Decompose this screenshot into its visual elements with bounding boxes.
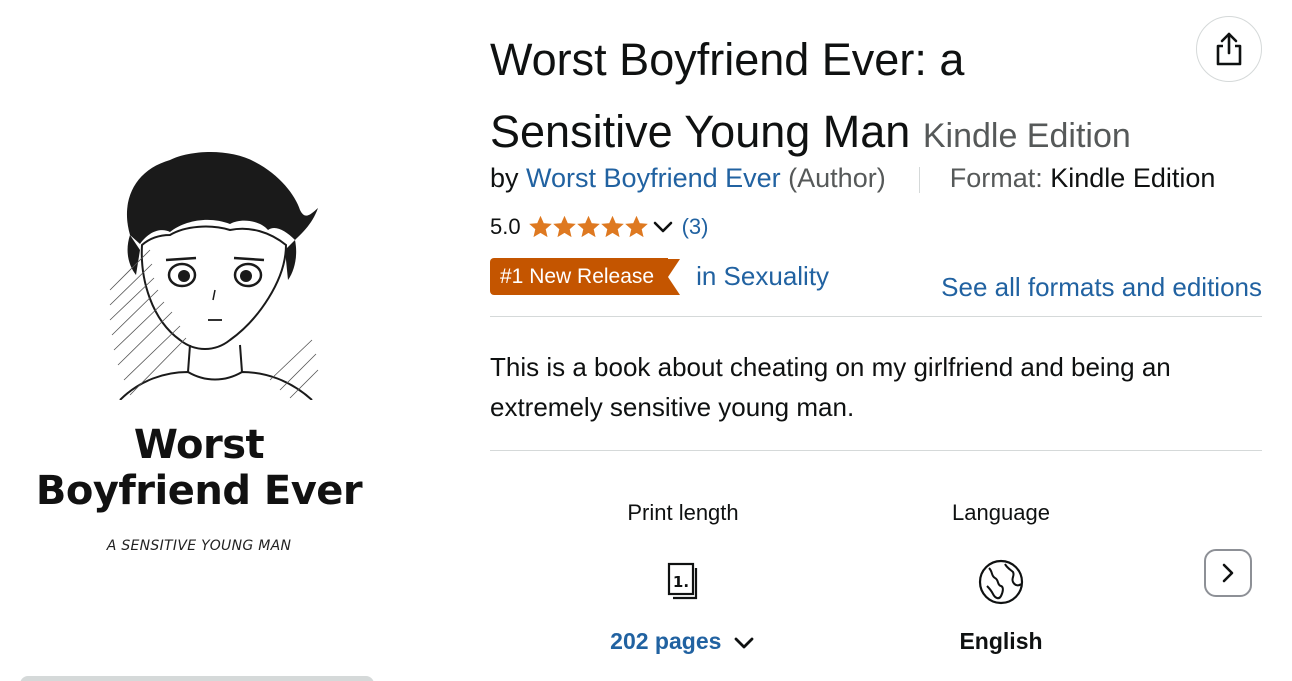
share-button[interactable] — [1196, 16, 1262, 82]
see-all-formats-link[interactable]: See all formats and editions — [941, 272, 1262, 303]
badge-tail — [668, 258, 681, 295]
star-icon — [576, 216, 600, 238]
detail-language[interactable]: Language English — [871, 500, 1131, 655]
chevron-down-icon — [734, 637, 754, 649]
divider-bottom — [490, 450, 1262, 451]
chevron-right-icon — [1222, 563, 1234, 583]
detail-value[interactable]: 202 pages — [553, 628, 813, 655]
new-release-badge[interactable]: #1 New Release in Sexuality — [490, 258, 829, 295]
chevron-down-icon[interactable] — [652, 219, 674, 235]
rating-row[interactable]: 5.0 (3) — [490, 212, 708, 242]
star-icon — [600, 216, 624, 238]
image-thumbnail-strip[interactable] — [20, 676, 374, 681]
divider-top — [490, 316, 1262, 317]
cover-subtitle: A SENSITIVE YOUNG MAN — [106, 538, 292, 554]
book-pages-icon: 1. — [657, 556, 709, 608]
star-icon — [528, 216, 552, 238]
globe-icon — [975, 556, 1027, 608]
detail-label: Print length — [627, 500, 739, 525]
cover-title: Worst Boyfriend Ever — [35, 422, 363, 514]
book-description: This is a book about cheating on my girl… — [490, 352, 1171, 422]
svg-text:1.: 1. — [673, 573, 689, 591]
detail-value: English — [959, 628, 1043, 654]
format-value: Kindle Edition — [1050, 163, 1216, 193]
review-count-link[interactable]: (3) — [682, 214, 709, 240]
title-line-1: Worst Boyfriend Ever: a — [490, 34, 965, 85]
star-icon — [624, 216, 648, 238]
carousel-next-button[interactable] — [1204, 549, 1252, 597]
detail-print-length[interactable]: Print length 1. 202 pages — [553, 500, 813, 655]
edition-label: Kindle Edition — [922, 117, 1131, 155]
title-line-2: Sensitive Young Man — [490, 106, 911, 157]
rating-value: 5.0 — [490, 214, 521, 239]
byline: by Worst Boyfriend Ever (Author) Format:… — [490, 160, 1215, 196]
contributor-role: (Author) — [788, 163, 886, 193]
book-cover[interactable]: Worst Boyfriend Ever A SENSITIVE YOUNG M… — [24, 120, 374, 570]
badge-label: #1 New Release — [490, 258, 669, 295]
detail-label: Language — [952, 500, 1050, 525]
author-link[interactable]: Worst Boyfriend Ever — [526, 163, 781, 193]
format-label: Format: — [949, 163, 1043, 193]
product-title: Worst Boyfriend Ever: a Sensitive Young … — [490, 24, 1190, 172]
star-rating[interactable] — [528, 216, 648, 238]
byline-divider — [919, 166, 921, 193]
badge-category-link[interactable]: in Sexuality — [696, 261, 829, 292]
by-label: by — [490, 163, 519, 193]
share-icon — [1216, 32, 1242, 66]
cover-illustration — [109, 152, 319, 400]
star-icon — [552, 216, 576, 238]
